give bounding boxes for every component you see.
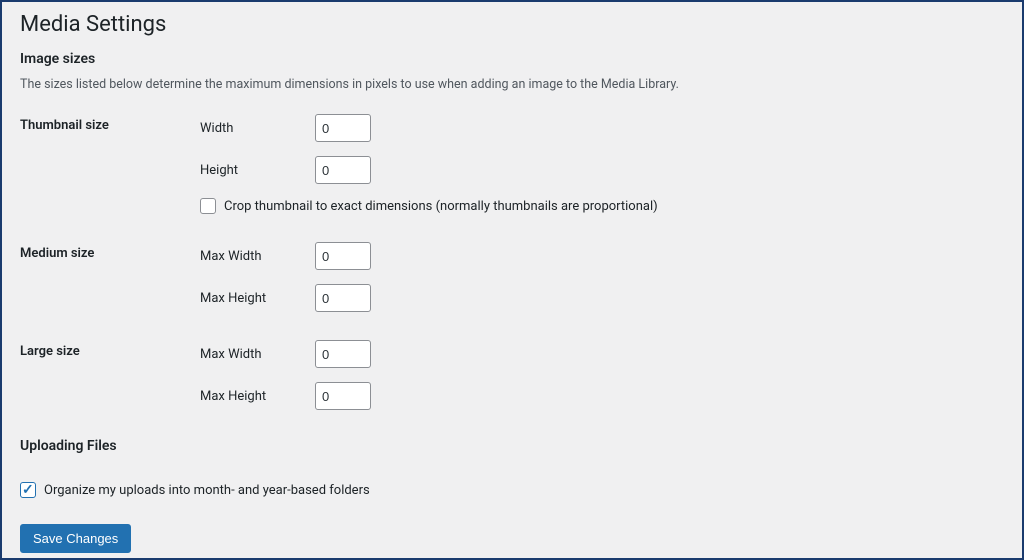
large-max-width-input[interactable] [315,340,371,368]
thumbnail-width-input[interactable] [315,114,371,142]
thumbnail-width-label: Width [200,121,315,136]
medium-max-height-label: Max Height [200,291,315,306]
medium-max-width-label: Max Width [200,249,315,264]
thumbnail-height-input[interactable] [315,156,371,184]
large-max-height-input[interactable] [315,382,371,410]
thumbnail-height-label: Height [200,163,315,178]
medium-max-height-input[interactable] [315,284,371,312]
thumbnail-size-label: Thumbnail size [20,114,200,133]
medium-size-row: Medium size Max Width Max Height [20,242,1004,312]
large-size-label: Large size [20,340,200,359]
thumbnail-size-row: Thumbnail size Width Height Crop thumbna… [20,114,1004,214]
medium-size-label: Medium size [20,242,200,261]
thumbnail-crop-checkbox[interactable] [200,198,216,214]
uploading-files-heading: Uploading Files [20,438,1004,454]
thumbnail-crop-label: Crop thumbnail to exact dimensions (norm… [224,199,658,214]
organize-uploads-label: Organize my uploads into month- and year… [44,483,370,498]
page-title: Media Settings [20,12,1004,37]
large-max-height-label: Max Height [200,389,315,404]
medium-max-width-input[interactable] [315,242,371,270]
organize-uploads-checkbox[interactable] [20,482,36,498]
save-changes-button[interactable]: Save Changes [20,524,131,553]
image-sizes-description: The sizes listed below determine the max… [20,77,1004,92]
image-sizes-heading: Image sizes [20,51,1004,67]
large-size-row: Large size Max Width Max Height [20,340,1004,410]
large-max-width-label: Max Width [200,347,315,362]
